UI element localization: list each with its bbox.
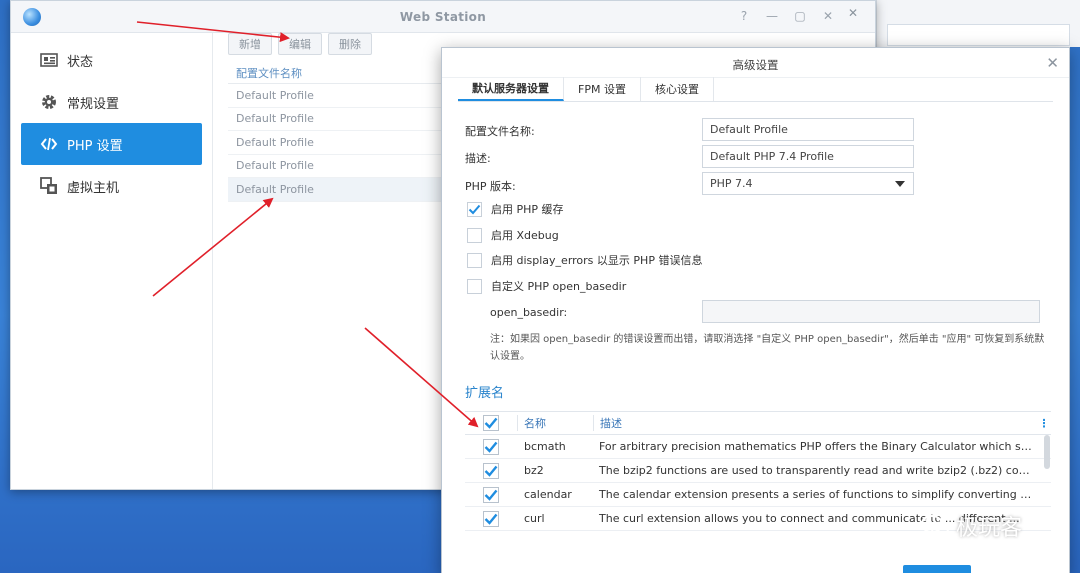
- checkbox-unchecked[interactable]: [467, 252, 482, 268]
- sidebar-item-general[interactable]: 常规设置: [21, 81, 202, 123]
- edit-button[interactable]: 编辑: [278, 33, 322, 55]
- sidebar-item-label: 虚拟主机: [67, 180, 120, 196]
- close-icon[interactable]: ✕: [1046, 54, 1059, 72]
- sidebar-item-status[interactable]: 状态: [21, 39, 202, 81]
- background-window: [876, 0, 1080, 47]
- column-header-description[interactable]: 描述: [593, 415, 1037, 431]
- sidebar-item-label: PHP 设置: [67, 138, 123, 154]
- delete-button[interactable]: 删除: [328, 33, 372, 55]
- dialog-tabs: 默认服务器设置 FPM 设置 核心设置: [458, 77, 1053, 102]
- close-icon[interactable]: ✕: [821, 9, 835, 23]
- table-row[interactable]: Default Profile: [228, 131, 443, 155]
- status-card-icon: [39, 50, 59, 70]
- extension-checkbox[interactable]: [483, 462, 499, 479]
- extension-name: bz2: [524, 464, 544, 477]
- column-header-name[interactable]: 名称: [517, 415, 593, 431]
- table-row[interactable]: Default Profile: [228, 178, 443, 202]
- sidebar-item-virtual-host[interactable]: 虚拟主机: [21, 165, 202, 207]
- open-basedir-field[interactable]: [702, 300, 1040, 323]
- background-window-close-icon[interactable]: ✕: [848, 6, 858, 20]
- description-label: 描述:: [465, 152, 491, 165]
- profile-name-label: 配置文件名称:: [465, 125, 535, 138]
- php-version-label: PHP 版本:: [465, 180, 516, 193]
- background-window-field: [887, 24, 1070, 46]
- extensions-section-title: 扩展名: [465, 386, 505, 401]
- profile-table: 配置文件名称 Default Profile Default Profile D…: [228, 62, 443, 202]
- gear-icon: [39, 92, 59, 112]
- checkbox-open-basedir[interactable]: 自定义 PHP open_basedir: [467, 278, 626, 294]
- extensions-scrollbar[interactable]: [1044, 435, 1050, 469]
- column-menu-icon[interactable]: ⋮: [1037, 417, 1051, 430]
- sidebar-item-label: 状态: [67, 54, 94, 70]
- select-all-checkbox[interactable]: [483, 415, 499, 431]
- watermark-text: 极玩客: [956, 516, 1023, 541]
- open-basedir-label: open_basedir:: [490, 306, 568, 319]
- window-titlebar[interactable]: Web Station ? — ▢ ✕: [11, 1, 875, 33]
- sidebar-item-label: 常规设置: [67, 96, 120, 112]
- checkbox-label: 启用 PHP 缓存: [491, 203, 564, 216]
- maximize-icon[interactable]: ▢: [793, 9, 807, 23]
- minimize-icon[interactable]: —: [765, 9, 779, 23]
- extension-name: curl: [524, 512, 545, 525]
- checkbox-display-errors[interactable]: 启用 display_errors 以显示 PHP 错误信息: [467, 252, 702, 268]
- watermark: 极玩客: [920, 510, 1022, 542]
- add-button[interactable]: 新增: [228, 33, 272, 55]
- virtual-host-icon: [39, 176, 59, 196]
- extension-checkbox[interactable]: [483, 438, 499, 455]
- profile-name-field[interactable]: Default Profile: [702, 118, 914, 141]
- profile-table-header[interactable]: 配置文件名称: [228, 62, 443, 84]
- checkbox-unchecked[interactable]: [467, 227, 482, 243]
- table-row[interactable]: Default Profile: [228, 108, 443, 131]
- open-basedir-note: 注：如果因 open_basedir 的错误设置而出错，请取消选择 "自定义 P…: [490, 334, 1045, 362]
- chevron-down-icon: [895, 181, 905, 187]
- extension-checkbox[interactable]: [483, 510, 499, 527]
- description-field[interactable]: Default PHP 7.4 Profile: [702, 145, 914, 168]
- checkbox-checked[interactable]: [467, 201, 482, 217]
- tab-default-server[interactable]: 默认服务器设置: [458, 77, 564, 101]
- checkbox-unchecked[interactable]: [467, 278, 482, 294]
- extension-name: calendar: [524, 488, 572, 501]
- extension-description: The bzip2 functions are used to transpar…: [599, 464, 1037, 477]
- wechat-logo-icon: [921, 515, 949, 537]
- code-brackets-icon: [39, 134, 59, 154]
- table-row[interactable]: Default Profile: [228, 155, 443, 178]
- table-row[interactable]: Default Profile: [228, 84, 443, 108]
- extension-name: bcmath: [524, 440, 566, 453]
- advanced-settings-dialog: 高级设置 ✕ 默认服务器设置 FPM 设置 核心设置 配置文件名称: Defau…: [441, 47, 1070, 573]
- dialog-titlebar[interactable]: 高级设置 ✕: [442, 48, 1069, 78]
- apply-button[interactable]: [903, 565, 971, 573]
- checkbox-php-cache[interactable]: 启用 PHP 缓存: [467, 201, 564, 217]
- checkbox-label: 启用 Xdebug: [491, 229, 559, 242]
- table-row[interactable]: calendar The calendar extension presents…: [465, 483, 1051, 507]
- php-version-select[interactable]: PHP 7.4: [702, 172, 914, 195]
- checkbox-xdebug[interactable]: 启用 Xdebug: [467, 227, 559, 243]
- extension-description: The calendar extension presents a series…: [599, 488, 1037, 501]
- extensions-table-header: 名称 描述 ⋮: [465, 411, 1051, 435]
- table-row[interactable]: bcmath For arbitrary precision mathemati…: [465, 435, 1051, 459]
- php-version-value: PHP 7.4: [710, 177, 753, 190]
- checkbox-label: 自定义 PHP open_basedir: [491, 280, 627, 293]
- tab-fpm[interactable]: FPM 设置: [564, 77, 641, 101]
- extension-checkbox[interactable]: [483, 486, 499, 503]
- tab-core[interactable]: 核心设置: [641, 77, 714, 101]
- dialog-title: 高级设置: [732, 58, 779, 72]
- help-icon[interactable]: ?: [737, 9, 751, 23]
- sidebar-item-php-settings[interactable]: PHP 设置: [21, 123, 202, 165]
- extension-description: For arbitrary precision mathematics PHP …: [599, 440, 1037, 453]
- table-row[interactable]: bz2 The bzip2 functions are used to tran…: [465, 459, 1051, 483]
- sidebar: 状态 常规设置 PHP 设置 虚拟主机: [11, 33, 213, 489]
- checkbox-label: 启用 display_errors 以显示 PHP 错误信息: [491, 254, 703, 267]
